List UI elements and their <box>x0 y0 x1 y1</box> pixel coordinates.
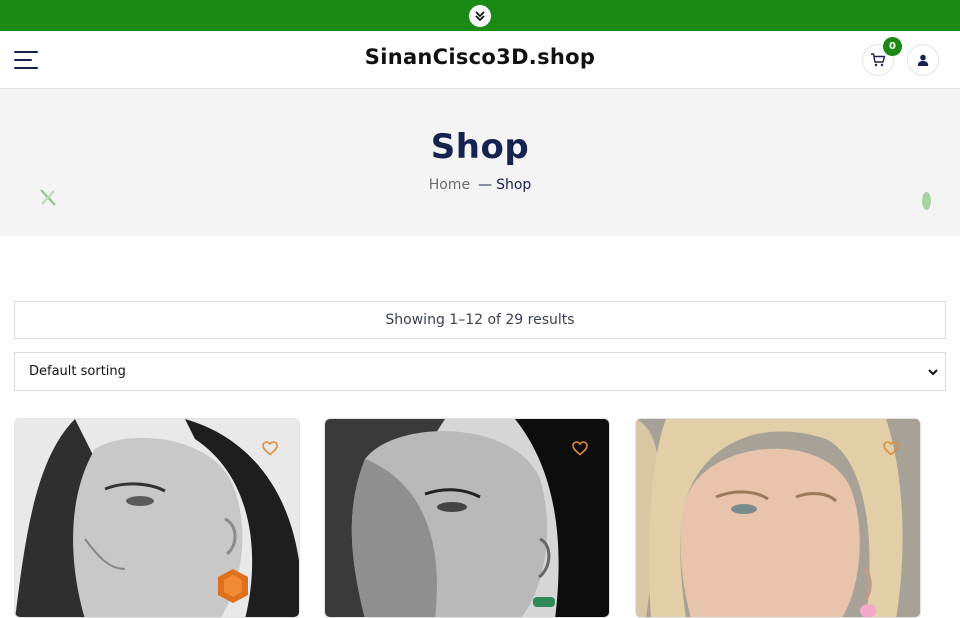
page-banner: Shop Home — Shop <box>0 89 960 236</box>
cart-icon <box>871 53 886 67</box>
product-card[interactable] <box>324 418 610 618</box>
sorting-selected-value: Default sorting <box>29 364 126 379</box>
result-count: Showing 1–12 of 29 results <box>14 301 946 339</box>
page-title: Shop <box>430 127 530 167</box>
site-header: SinanCisco3D.shop 0 <box>0 31 960 89</box>
chevron-double-down-icon[interactable] <box>469 5 491 27</box>
chevron-down-icon <box>928 369 938 376</box>
product-image <box>636 419 920 617</box>
account-button[interactable] <box>907 44 939 76</box>
heart-icon[interactable] <box>262 441 278 456</box>
product-card[interactable] <box>14 418 300 618</box>
sorting-select[interactable]: Default sorting <box>14 352 946 391</box>
decorative-oval <box>922 192 931 210</box>
product-image <box>15 419 299 617</box>
heart-icon[interactable] <box>883 441 899 456</box>
product-image <box>325 419 609 617</box>
breadcrumb-current: Shop <box>496 177 532 193</box>
product-card[interactable] <box>635 418 921 618</box>
heart-icon[interactable] <box>572 441 588 456</box>
breadcrumb-separator: — <box>478 177 493 193</box>
top-announcement-bar <box>0 0 960 31</box>
breadcrumb-home-link[interactable]: Home <box>429 177 470 193</box>
breadcrumb: Home — Shop <box>0 177 960 193</box>
cart-count-badge: 0 <box>883 37 902 56</box>
site-title[interactable]: SinanCisco3D.shop <box>0 45 960 69</box>
user-icon <box>917 54 929 66</box>
